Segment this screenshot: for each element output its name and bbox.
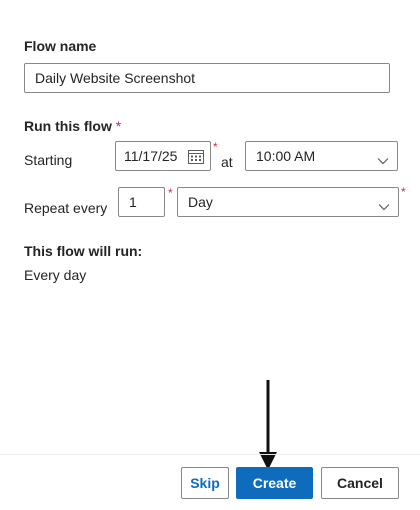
chevron-down-icon xyxy=(378,198,390,211)
at-label: at xyxy=(221,154,233,170)
run-this-flow-text: Run this flow xyxy=(24,118,112,134)
flow-name-label: Flow name xyxy=(24,38,97,54)
starting-label: Starting xyxy=(24,152,73,168)
cancel-button[interactable]: Cancel xyxy=(321,467,399,499)
date-required-mark: * xyxy=(213,140,218,154)
required-mark: * xyxy=(115,118,122,134)
repeat-unit-value: Day xyxy=(188,194,213,210)
start-date-picker[interactable]: 11/17/25 xyxy=(115,141,211,171)
repeat-interval-input[interactable] xyxy=(118,187,165,217)
create-button[interactable]: Create xyxy=(236,467,313,499)
arrow-down-annotation xyxy=(259,380,277,470)
repeat-unit-dropdown[interactable]: Day xyxy=(177,187,399,217)
skip-button[interactable]: Skip xyxy=(181,467,229,499)
summary-text: Every day xyxy=(24,267,87,283)
calendar-icon[interactable] xyxy=(188,149,204,164)
run-this-flow-label: Run this flow * xyxy=(24,118,121,134)
start-time-value: 10:00 AM xyxy=(256,148,316,164)
flow-name-input[interactable] xyxy=(24,63,390,93)
start-date-value: 11/17/25 xyxy=(124,148,178,164)
footer-divider xyxy=(0,454,420,455)
chevron-down-icon xyxy=(377,152,389,165)
start-time-dropdown[interactable]: 10:00 AM xyxy=(245,141,398,171)
unit-required-mark: * xyxy=(401,185,406,199)
interval-required-mark: * xyxy=(168,186,173,200)
repeat-every-label: Repeat every xyxy=(24,200,108,216)
summary-heading: This flow will run: xyxy=(24,243,143,259)
